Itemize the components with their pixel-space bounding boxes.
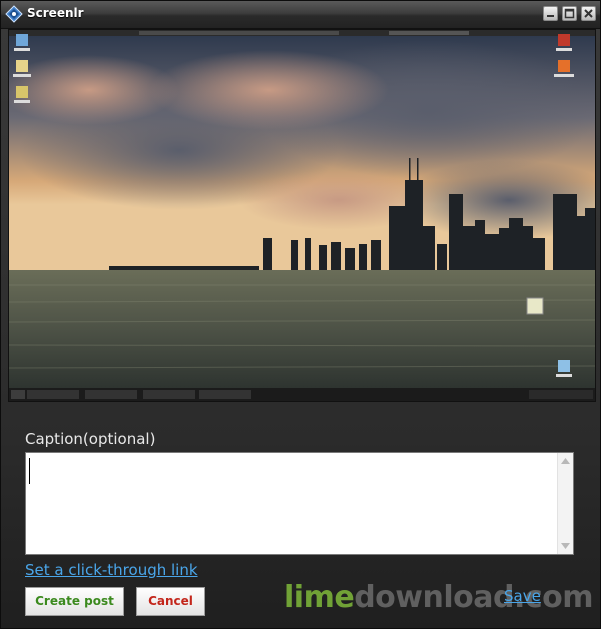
window-title: Screenlr bbox=[27, 6, 84, 20]
maximize-button[interactable] bbox=[562, 6, 577, 21]
caption-scrollbar[interactable] bbox=[557, 453, 573, 554]
save-link[interactable]: Save bbox=[504, 587, 541, 605]
minimize-icon bbox=[547, 15, 554, 17]
minimize-button[interactable] bbox=[543, 6, 558, 21]
title-bar[interactable]: Screenlr bbox=[1, 1, 600, 29]
maximize-icon bbox=[564, 8, 575, 19]
caption-label: Caption(optional) bbox=[25, 430, 156, 448]
create-post-button[interactable]: Create post bbox=[25, 587, 124, 616]
text-caret bbox=[29, 458, 30, 484]
cancel-button[interactable]: Cancel bbox=[136, 587, 205, 616]
close-icon bbox=[584, 9, 593, 18]
caption-input-box[interactable] bbox=[25, 452, 574, 555]
close-button[interactable] bbox=[581, 6, 596, 21]
desktop-screenshot-image bbox=[9, 30, 595, 401]
screenlr-window: Screenlr Caption(optional) Set a click-t… bbox=[0, 0, 601, 629]
caption-input[interactable] bbox=[26, 453, 558, 554]
limedownload-watermark: limedownload.com bbox=[284, 580, 594, 615]
screenshot-preview bbox=[8, 29, 596, 402]
scroll-down-icon[interactable] bbox=[561, 543, 570, 549]
scroll-up-icon[interactable] bbox=[561, 458, 570, 464]
app-logo-icon bbox=[5, 5, 23, 23]
click-through-link[interactable]: Set a click-through link bbox=[25, 561, 198, 579]
